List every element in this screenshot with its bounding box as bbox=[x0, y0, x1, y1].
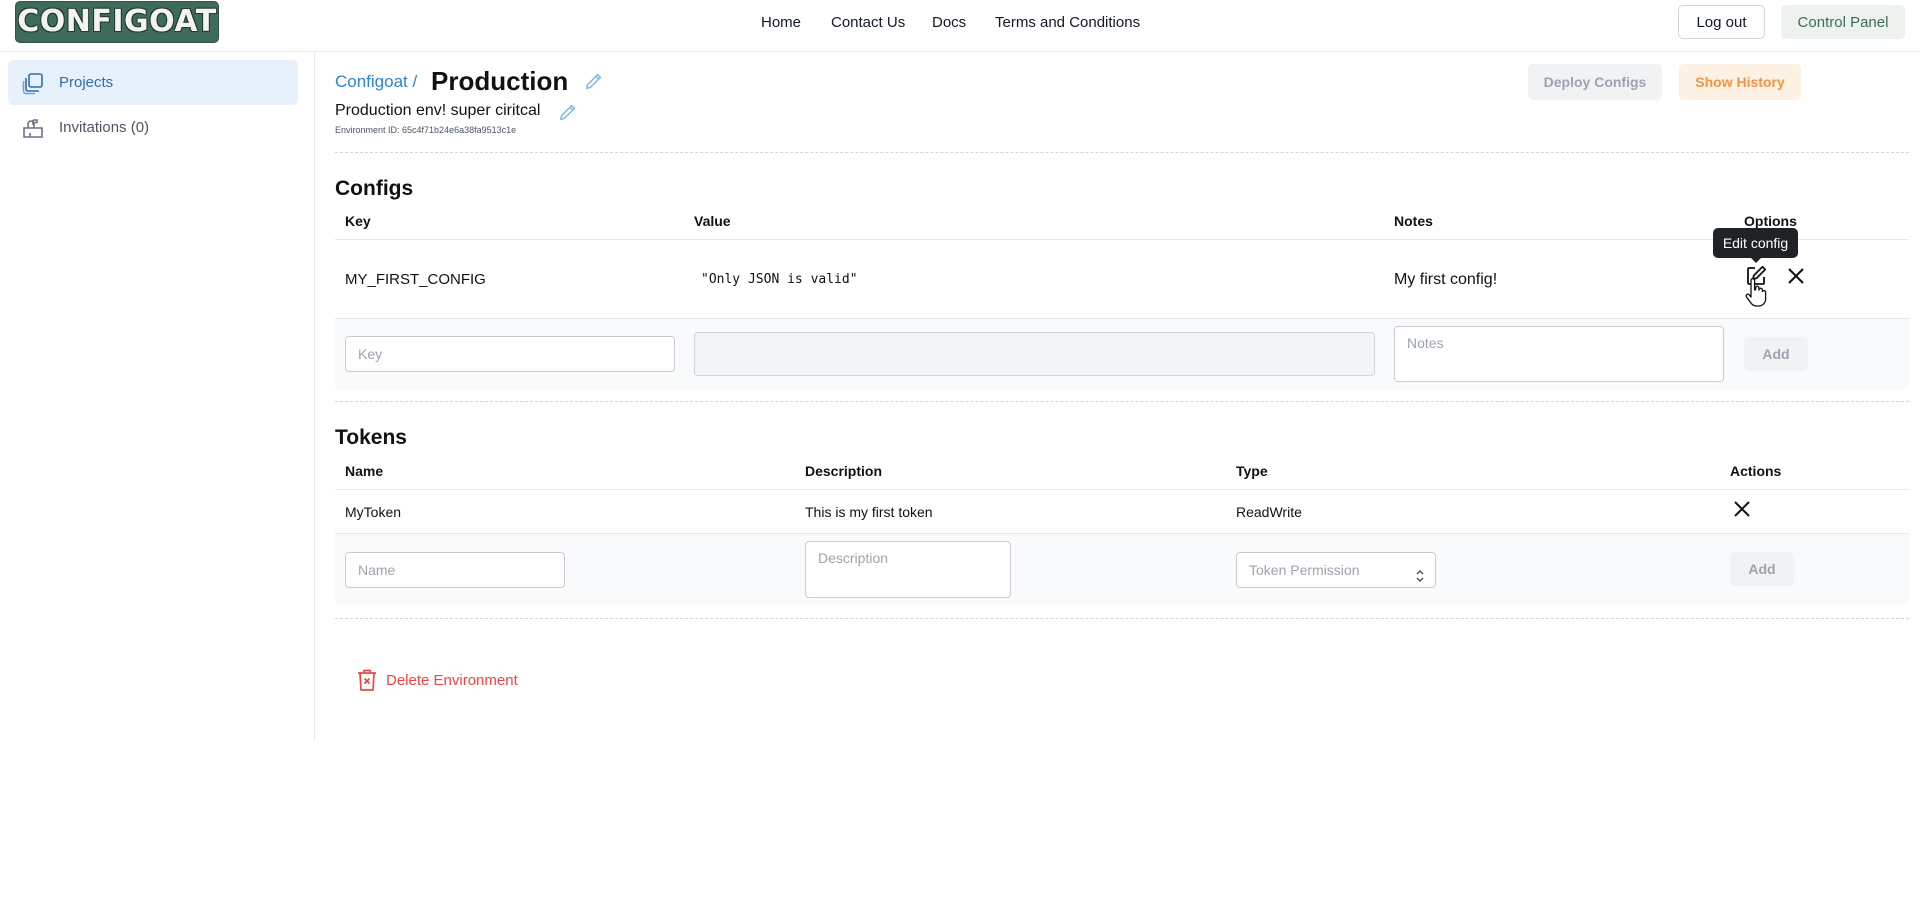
new-config-key-input[interactable] bbox=[345, 336, 675, 372]
config-value: "Only JSON is valid" bbox=[701, 272, 858, 287]
config-key: MY_FIRST_CONFIG bbox=[345, 271, 486, 288]
configs-header-notes: Notes bbox=[1394, 213, 1433, 229]
new-config-row: Add bbox=[335, 319, 1909, 389]
table-divider bbox=[335, 239, 1909, 240]
sidebar-item-label: Projects bbox=[59, 74, 114, 91]
token-name: MyToken bbox=[345, 504, 402, 520]
sidebar-item-invitations[interactable]: Invitations (0) bbox=[8, 105, 298, 150]
deploy-configs-button[interactable]: Deploy Configs bbox=[1528, 64, 1662, 100]
nav-terms-and-conditions[interactable]: Terms and Conditions bbox=[995, 14, 1140, 31]
delete-environment-button[interactable]: Delete Environment bbox=[356, 668, 518, 692]
logout-button[interactable]: Log out bbox=[1678, 5, 1765, 39]
new-token-description-input[interactable] bbox=[805, 541, 1011, 598]
tokens-header-type: Type bbox=[1236, 463, 1268, 479]
chevron-up-down-icon bbox=[1415, 562, 1425, 583]
sidebar-item-label: Invitations (0) bbox=[59, 119, 150, 136]
configoat-logo[interactable]: CONFIGOAT bbox=[15, 1, 219, 43]
configs-section-title: Configs bbox=[335, 177, 414, 200]
control-panel-button[interactable]: Control Panel bbox=[1781, 5, 1905, 39]
hand-cursor-icon bbox=[1745, 278, 1767, 308]
divider bbox=[335, 401, 1909, 402]
add-config-button[interactable]: Add bbox=[1744, 337, 1808, 371]
environment-id: Environment ID: 65c4f71b24e6a38fa9513c1e bbox=[335, 125, 517, 135]
configs-header-options: Options bbox=[1744, 213, 1797, 229]
delete-token-close-icon[interactable] bbox=[1730, 497, 1754, 521]
nav-contact-us[interactable]: Contact Us bbox=[831, 14, 905, 31]
token-permission-select[interactable]: Token Permission bbox=[1236, 552, 1436, 588]
page-title: Production bbox=[431, 66, 569, 96]
tokens-header-actions: Actions bbox=[1730, 463, 1782, 479]
top-header: CONFIGOAT Home Contact Us Docs Terms and… bbox=[0, 0, 1920, 52]
configs-header-value: Value bbox=[694, 213, 731, 229]
edit-config-tooltip: Edit config bbox=[1713, 228, 1798, 263]
environment-description: Production env! super ciritcal bbox=[335, 102, 541, 119]
new-token-name-input[interactable] bbox=[345, 552, 565, 588]
token-type: ReadWrite bbox=[1236, 504, 1302, 520]
show-history-button[interactable]: Show History bbox=[1679, 64, 1801, 100]
sidebar-item-projects[interactable]: Projects bbox=[8, 60, 298, 105]
edit-description-pencil-icon[interactable] bbox=[557, 101, 579, 123]
add-token-button[interactable]: Add bbox=[1730, 552, 1794, 586]
delete-config-close-icon[interactable] bbox=[1784, 264, 1808, 288]
stacked-squares-icon bbox=[21, 71, 45, 95]
edit-title-pencil-icon[interactable] bbox=[583, 70, 605, 92]
tokens-section-title: Tokens bbox=[335, 426, 407, 449]
config-notes: My first config! bbox=[1394, 271, 1498, 288]
configs-header-key: Key bbox=[345, 213, 371, 229]
divider bbox=[335, 152, 1909, 153]
nav-docs[interactable]: Docs bbox=[932, 14, 966, 31]
tokens-header-description: Description bbox=[805, 463, 883, 479]
new-token-row: Add bbox=[335, 534, 1909, 604]
token-description: This is my first token bbox=[805, 504, 933, 520]
token-permission-placeholder: Token Permission bbox=[1249, 562, 1360, 578]
delete-environment-label: Delete Environment bbox=[386, 671, 518, 689]
nav-home[interactable]: Home bbox=[761, 14, 801, 31]
trash-icon bbox=[356, 668, 378, 692]
divider bbox=[335, 618, 1909, 619]
new-config-value-editor[interactable] bbox=[694, 332, 1375, 376]
tokens-header-name: Name bbox=[345, 463, 384, 479]
breadcrumb-project[interactable]: Configoat / bbox=[335, 72, 417, 92]
mailbox-icon bbox=[21, 116, 45, 140]
table-divider bbox=[335, 489, 1909, 490]
sidebar: Projects Invitations (0) bbox=[0, 52, 315, 741]
new-config-notes-input[interactable] bbox=[1394, 326, 1724, 382]
